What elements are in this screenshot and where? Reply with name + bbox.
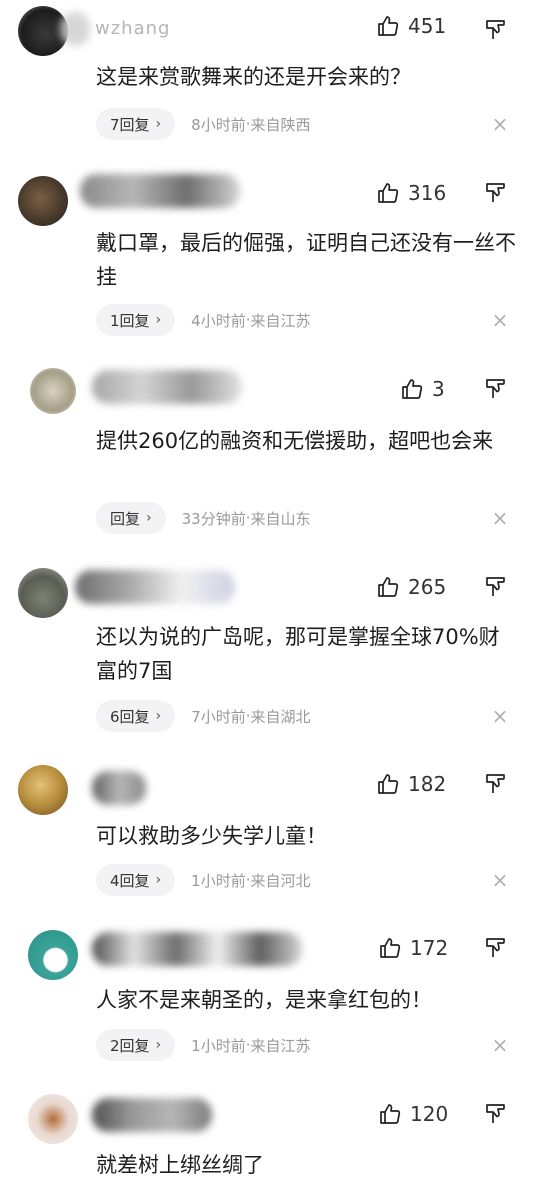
like-button[interactable]: 316	[376, 181, 446, 205]
thumbs-down-icon[interactable]	[484, 377, 508, 401]
thumbs-up-icon	[378, 577, 399, 597]
reply-button[interactable]: 1回复 ›	[96, 304, 176, 336]
reply-button[interactable]: 6回复 ›	[96, 700, 176, 732]
location: 来自江苏	[250, 311, 311, 330]
timestamp: 33分钟前	[181, 509, 246, 528]
chevron-right-icon: ›	[155, 116, 162, 132]
close-icon[interactable]: ×	[490, 508, 510, 528]
avatar[interactable]	[28, 1094, 78, 1144]
like-count: 172	[410, 936, 449, 960]
comment-meta: 7回复 › 8小时前 · 来自陕西	[96, 108, 311, 140]
comment-text: 戴口罩，最后的倔强，证明自己还没有一丝不挂	[96, 231, 516, 289]
reply-button[interactable]: 回复 ›	[96, 502, 166, 534]
reply-label: 4回复	[110, 871, 150, 890]
username-blur	[92, 932, 302, 966]
reply-button[interactable]: 4回复 ›	[96, 864, 176, 896]
thumbs-up-icon	[378, 774, 399, 794]
thumbs-up-icon	[378, 183, 399, 203]
like-button[interactable]: 182	[376, 772, 446, 796]
like-count: 316	[408, 181, 447, 205]
avatar[interactable]	[18, 568, 68, 618]
location: 来自湖北	[250, 707, 311, 726]
timestamp: 7小时前	[191, 707, 246, 726]
like-button[interactable]: 172	[378, 936, 448, 960]
thumbs-up-icon	[380, 1104, 401, 1124]
like-count: 3	[432, 377, 445, 401]
comment-text: 人家不是来朝圣的，是来拿红包的！	[96, 988, 432, 1012]
like-button[interactable]: 451	[376, 14, 446, 38]
like-count: 120	[410, 1102, 449, 1126]
location: 来自陕西	[250, 115, 311, 134]
like-button[interactable]: 120	[378, 1102, 448, 1126]
reply-label: 回复	[110, 509, 141, 528]
avatar[interactable]	[30, 368, 76, 414]
chevron-right-icon: ›	[155, 312, 162, 328]
thumbs-down-icon[interactable]	[484, 575, 508, 599]
chevron-right-icon: ›	[146, 510, 152, 526]
thumbs-down-icon[interactable]	[484, 1102, 508, 1126]
comment-meta: 1回复 › 4小时前 · 来自江苏	[96, 304, 311, 336]
thumbs-up-icon	[378, 16, 399, 36]
comment-text: 就差树上绑丝绸了	[96, 1153, 264, 1177]
reply-button[interactable]: 2回复 ›	[96, 1029, 176, 1061]
timestamp: 4小时前	[191, 311, 246, 330]
close-icon[interactable]: ×	[490, 870, 510, 890]
like-button[interactable]: 3	[400, 377, 445, 401]
reply-label: 2回复	[110, 1036, 150, 1055]
thumbs-down-icon[interactable]	[484, 772, 508, 796]
timestamp: 8小时前	[191, 115, 246, 134]
chevron-right-icon: ›	[155, 708, 162, 724]
chevron-right-icon: ›	[155, 872, 162, 888]
reply-button[interactable]: 7回复 ›	[96, 108, 176, 140]
comment-text: 这是来赏歌舞来的还是开会来的？	[96, 65, 411, 89]
like-count: 265	[408, 575, 447, 599]
close-icon[interactable]: ×	[490, 114, 510, 134]
thumbs-up-icon	[380, 938, 401, 958]
like-button[interactable]: 265	[376, 575, 446, 599]
thumbs-up-icon	[402, 379, 423, 399]
reply-label: 6回复	[110, 707, 150, 726]
username[interactable]: wzhang	[95, 18, 170, 39]
timestamp: 1小时前	[191, 1036, 246, 1055]
comment-meta: 4回复 › 1小时前 · 来自河北	[96, 864, 311, 896]
username-blur	[92, 370, 242, 404]
like-count: 182	[408, 772, 447, 796]
comment-feed: wzhang 451 这是来赏歌舞来的还是开会来的？ 7回复 › 8小时前 · …	[0, 0, 540, 1199]
username-blur	[92, 1098, 212, 1132]
username-blur	[92, 771, 146, 805]
location: 来自江苏	[250, 1036, 311, 1055]
location: 来自山东	[250, 509, 311, 528]
avatar[interactable]	[18, 176, 68, 226]
comment-text: 可以救助多少失学儿童！	[96, 824, 327, 848]
like-count: 451	[408, 14, 447, 38]
reply-label: 7回复	[110, 115, 150, 134]
avatar[interactable]	[28, 930, 78, 980]
thumbs-down-icon[interactable]	[484, 18, 508, 42]
comment-text: 提供260亿的融资和无偿援助，超吧也会来	[96, 429, 494, 453]
avatar[interactable]	[18, 765, 68, 815]
comment-meta: 2回复 › 1小时前 · 来自江苏	[96, 1029, 311, 1061]
chevron-right-icon: ›	[155, 1037, 162, 1053]
reply-label: 1回复	[110, 311, 150, 330]
username-blur	[60, 12, 90, 46]
thumbs-down-icon[interactable]	[484, 181, 508, 205]
comment-meta: 6回复 › 7小时前 · 来自湖北	[96, 700, 311, 732]
username-blur	[75, 570, 235, 604]
comment-text: 还以为说的广岛呢，那可是掌握全球70%财富的7国	[96, 625, 500, 683]
close-icon[interactable]: ×	[490, 1035, 510, 1055]
comment-meta: 回复 › 33分钟前 · 来自山东	[96, 502, 311, 534]
timestamp: 1小时前	[191, 871, 246, 890]
username-blur	[80, 174, 240, 208]
thumbs-down-icon[interactable]	[484, 936, 508, 960]
location: 来自河北	[250, 871, 311, 890]
close-icon[interactable]: ×	[490, 706, 510, 726]
close-icon[interactable]: ×	[490, 310, 510, 330]
